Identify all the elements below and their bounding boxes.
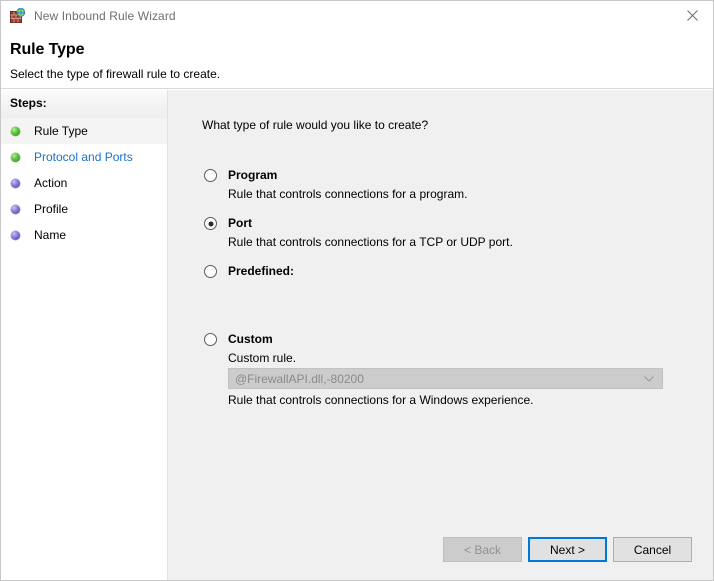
title-bar: New Inbound Rule Wizard [1,1,714,31]
steps-heading: Steps: [10,96,47,110]
option-title: Custom [228,332,273,346]
option-title: Predefined: [228,264,294,278]
new-inbound-rule-wizard-window: New Inbound Rule Wizard Rule Type Select… [0,0,714,581]
next-button[interactable]: Next > [528,537,607,562]
footer-buttons: < Back Next > Cancel [168,537,714,567]
radio-port[interactable] [204,217,217,230]
window-title: New Inbound Rule Wizard [34,9,176,23]
option-custom-header[interactable]: Custom [204,332,296,346]
sidebar-item-name[interactable]: Name [1,222,167,248]
steps-sidebar: Steps: Rule Type Protocol and Ports Acti… [1,90,168,581]
step-bullet-icon [11,179,20,188]
step-bullet-icon [11,205,20,214]
radio-program[interactable] [204,169,217,182]
sidebar-item-profile[interactable]: Profile [1,196,167,222]
option-description: Rule that controls connections for a TCP… [228,235,513,249]
option-program-header[interactable]: Program [204,168,467,182]
firewall-globe-icon [10,8,26,24]
sidebar-item-label: Name [34,228,66,242]
option-predefined-description: Rule that controls connections for a Win… [228,393,534,407]
sidebar-item-protocol-and-ports[interactable]: Protocol and Ports [1,144,167,170]
sidebar-item-rule-type[interactable]: Rule Type [1,118,167,144]
sidebar-item-label: Profile [34,202,68,216]
content-pane: What type of rule would you like to crea… [168,90,714,581]
sidebar-item-label: Rule Type [34,124,88,138]
step-bullet-icon [11,231,20,240]
step-bullet-icon [11,127,20,136]
sidebar-item-label: Protocol and Ports [34,150,133,164]
radio-predefined[interactable] [204,265,217,278]
chevron-down-icon [644,376,654,382]
content-question: What type of rule would you like to crea… [202,118,428,132]
option-predefined-header[interactable]: Predefined: [204,264,294,278]
back-button[interactable]: < Back [443,537,522,562]
cancel-button[interactable]: Cancel [613,537,692,562]
predefined-rule-dropdown[interactable]: @FirewallAPI.dll,-80200 [228,368,663,389]
radio-custom[interactable] [204,333,217,346]
option-port-header[interactable]: Port [204,216,513,230]
option-port[interactable]: Port Rule that controls connections for … [204,216,513,249]
sidebar-item-action[interactable]: Action [1,170,167,196]
option-predefined[interactable]: Predefined: [204,264,294,278]
sidebar-item-label: Action [34,176,67,190]
option-program[interactable]: Program Rule that controls connections f… [204,168,467,201]
steps-list: Rule Type Protocol and Ports Action Prof… [1,118,167,248]
step-bullet-icon [11,153,20,162]
option-title: Port [228,216,252,230]
steps-header: Steps: [1,90,167,118]
option-description: Custom rule. [228,351,296,365]
page-header: Rule Type Select the type of firewall ru… [1,31,714,89]
option-custom[interactable]: Custom Custom rule. [204,332,296,365]
page-subtitle: Select the type of firewall rule to crea… [10,67,220,81]
page-title: Rule Type [10,41,84,59]
option-description: Rule that controls connections for a pro… [228,187,467,201]
close-icon[interactable] [669,1,714,30]
option-title: Program [228,168,277,182]
predefined-rule-dropdown-value: @FirewallAPI.dll,-80200 [235,372,364,386]
